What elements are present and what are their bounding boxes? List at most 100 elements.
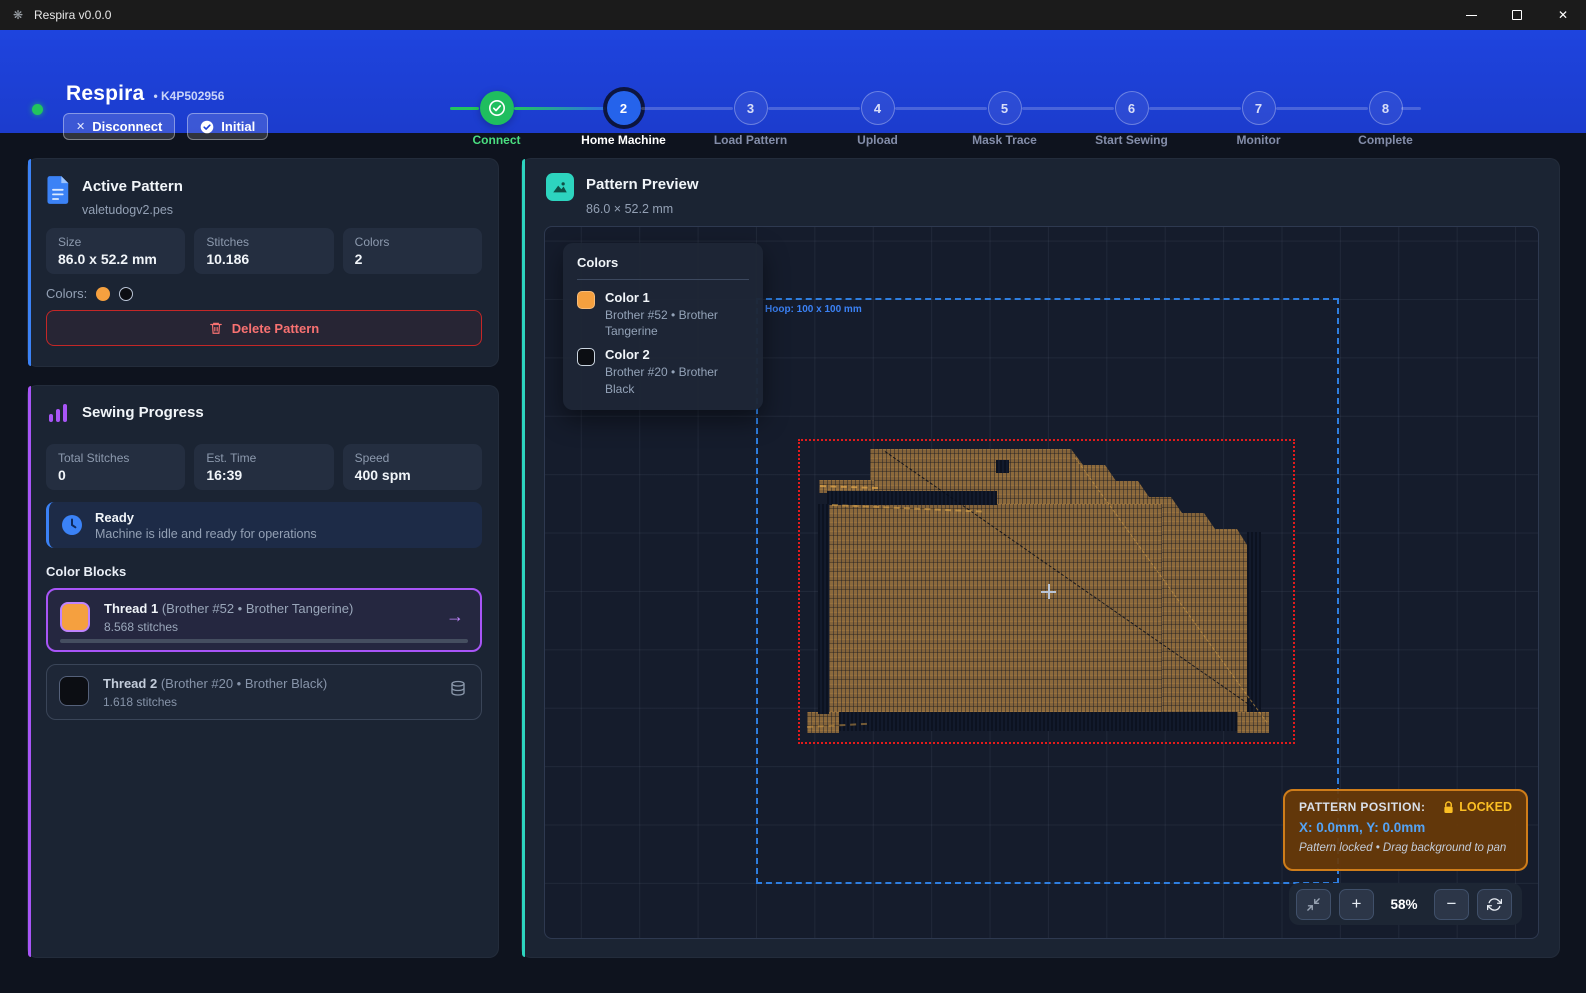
status-texts: Ready Machine is idle and ready for oper… xyxy=(95,510,317,541)
colors-legend-title: Colors xyxy=(577,255,749,270)
position-hint: Pattern locked • Drag background to pan xyxy=(1299,842,1512,854)
window-controls: ✕ xyxy=(1448,0,1586,30)
machine-serial: • K4P502956 xyxy=(153,89,224,103)
step-number: 5 xyxy=(988,91,1022,125)
stat-speed: Speed 400 spm xyxy=(343,444,482,490)
step-start-sewing: 6 Start Sewing xyxy=(1068,91,1195,147)
thread-2-block[interactable]: Thread 2 (Brother #20 • Brother Black) 1… xyxy=(46,664,482,720)
stat-label: Colors xyxy=(355,235,470,249)
thread-1-stitches: 8.568 stitches xyxy=(104,620,178,634)
thread-1-title: Thread 1 (Brother #52 • Brother Tangerin… xyxy=(104,601,353,616)
workflow-stepper: Connect 2 Home Machine 3 Load Pattern 4 … xyxy=(433,91,1447,155)
card-title: Pattern Preview xyxy=(586,176,699,193)
step-connector xyxy=(641,107,733,110)
position-label: PATTERN POSITION: xyxy=(1299,800,1425,814)
thread-2-stitches: 1.618 stitches xyxy=(103,695,177,709)
stat-total-stitches: Total Stitches 0 xyxy=(46,444,185,490)
arrow-right-icon: → xyxy=(446,606,464,627)
thread-1-block[interactable]: Thread 1 (Brother #52 • Brother Tangerin… xyxy=(46,588,482,652)
app-brand: Respira xyxy=(66,82,144,106)
step-label: Upload xyxy=(814,133,941,147)
step-connector xyxy=(1022,107,1114,110)
color-swatch-1 xyxy=(96,287,110,301)
initial-button[interactable]: Initial xyxy=(187,113,268,140)
machine-status-banner: Ready Machine is idle and ready for oper… xyxy=(46,502,482,548)
zoom-toolbar: + 58% − xyxy=(1289,883,1522,925)
minimize-button[interactable] xyxy=(1448,0,1494,30)
disconnect-button[interactable]: ✕ Disconnect xyxy=(63,113,175,140)
stat-est-time: Est. Time 16:39 xyxy=(194,444,333,490)
database-stack-icon xyxy=(449,680,467,698)
window-titlebar: ❋ Respira v0.0.0 ✕ xyxy=(0,0,1586,30)
step-label: Start Sewing xyxy=(1068,133,1195,147)
sewing-progress-card: Sewing Progress Total Stitches 0 Est. Ti… xyxy=(27,385,499,958)
legend-texts: Color 2 Brother #20 • Brother Black xyxy=(605,347,749,396)
color-blocks-label: Color Blocks xyxy=(46,564,126,579)
minimize-icon xyxy=(1466,15,1477,16)
fit-to-view-button[interactable] xyxy=(1296,889,1331,920)
initial-label: Initial xyxy=(221,119,255,134)
reset-view-button[interactable] xyxy=(1477,889,1512,920)
step-label: Home Machine xyxy=(560,133,687,147)
locked-badge: LOCKED xyxy=(1443,800,1512,814)
step-number: 4 xyxy=(861,91,895,125)
step-connect-check-icon xyxy=(480,91,514,125)
legend-color-desc: Brother #20 • Brother Black xyxy=(605,364,749,396)
thread-1-swatch xyxy=(60,602,90,632)
zoom-in-button[interactable]: + xyxy=(1339,889,1374,920)
stat-value: 10.186 xyxy=(206,251,321,267)
step-mask-trace: 5 Mask Trace xyxy=(941,91,1068,147)
step-connector xyxy=(1276,107,1368,110)
close-icon: ✕ xyxy=(1558,8,1568,22)
sewing-stats: Total Stitches 0 Est. Time 16:39 Speed 4… xyxy=(46,444,482,490)
colors-legend-panel: Colors Color 1 Brother #52 • Brother Tan… xyxy=(563,243,763,410)
zoom-level: 58% xyxy=(1382,897,1426,912)
step-number: 3 xyxy=(734,91,768,125)
stat-label: Est. Time xyxy=(206,451,321,465)
disconnect-x-icon: ✕ xyxy=(76,120,85,133)
step-number: 8 xyxy=(1369,91,1403,125)
step-monitor: 7 Monitor xyxy=(1195,91,1322,147)
color-swatch-2 xyxy=(119,287,133,301)
clock-icon xyxy=(61,514,83,536)
minus-icon: − xyxy=(1447,894,1457,914)
active-pattern-card: Active Pattern valetudogv2.pes Size 86.0… xyxy=(27,158,499,367)
window-title: Respira v0.0.0 xyxy=(34,8,111,22)
legend-color-2: Color 2 Brother #20 • Brother Black xyxy=(577,347,749,396)
stat-size: Size 86.0 x 52.2 mm xyxy=(46,228,185,274)
stat-label: Total Stitches xyxy=(58,451,173,465)
center-crosshair-icon xyxy=(1041,584,1056,599)
preview-canvas[interactable]: Hoop: 100 x 100 mm Colors Color 1 Brothe… xyxy=(544,226,1539,939)
step-complete: 8 Complete xyxy=(1322,91,1449,147)
locked-label: LOCKED xyxy=(1459,800,1512,814)
step-connect: Connect xyxy=(433,91,560,147)
step-label: Connect xyxy=(433,133,560,147)
zoom-out-button[interactable]: − xyxy=(1434,889,1469,920)
stat-value: 0 xyxy=(58,467,173,483)
step-number: 7 xyxy=(1242,91,1276,125)
app-icon: ❋ xyxy=(11,8,25,22)
app-header: Respira • K4P502956 ✕ Disconnect Initial… xyxy=(0,30,1586,133)
delete-pattern-button[interactable]: Delete Pattern xyxy=(46,310,482,346)
legend-color-1: Color 1 Brother #52 • Brother Tangerine xyxy=(577,290,749,339)
thread-1-progress-bar xyxy=(60,639,468,643)
stat-label: Stitches xyxy=(206,235,321,249)
divider xyxy=(577,279,749,280)
image-icon xyxy=(546,173,574,201)
compress-icon xyxy=(1306,897,1321,912)
stat-value: 86.0 x 52.2 mm xyxy=(58,251,173,267)
step-connector xyxy=(768,107,860,110)
legend-color-desc: Brother #52 • Brother Tangerine xyxy=(605,307,749,339)
step-number: 2 xyxy=(607,91,641,125)
maximize-button[interactable] xyxy=(1494,0,1540,30)
position-header-row: PATTERN POSITION: LOCKED xyxy=(1299,800,1512,814)
card-title: Sewing Progress xyxy=(82,404,204,421)
check-circle-icon xyxy=(200,120,214,134)
step-load-pattern: 3 Load Pattern xyxy=(687,91,814,147)
status-title: Ready xyxy=(95,510,317,525)
pattern-position-box: PATTERN POSITION: LOCKED X: 0.0mm, Y: 0.… xyxy=(1283,789,1528,871)
step-label: Load Pattern xyxy=(687,133,814,147)
step-label: Monitor xyxy=(1195,133,1322,147)
close-button[interactable]: ✕ xyxy=(1540,0,1586,30)
stat-label: Size xyxy=(58,235,173,249)
